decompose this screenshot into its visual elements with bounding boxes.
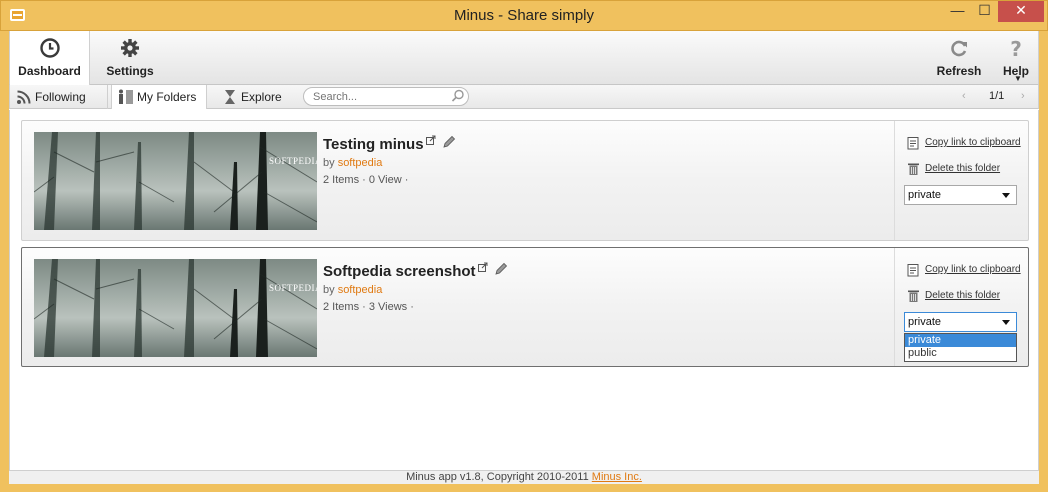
folder-thumbnail[interactable]: SOFTPEDIA xyxy=(34,132,317,230)
privacy-option-private[interactable]: private xyxy=(905,334,1016,347)
item-count: 2 Items xyxy=(323,301,360,313)
help-dropdown-arrow-icon[interactable]: ▼ xyxy=(1014,74,1022,83)
refresh-label: Refresh xyxy=(936,64,982,78)
folder-stats: 2 Items · 3 Views · xyxy=(323,301,414,313)
status-bar: Minus app v1.8, Copyright 2010-2011 Minu… xyxy=(9,470,1039,484)
delete-folder-label: Delete this folder xyxy=(925,163,1001,174)
pencil-edit-icon[interactable] xyxy=(494,262,508,276)
minus-inc-link[interactable]: Minus Inc. xyxy=(592,471,642,483)
privacy-select[interactable]: private xyxy=(904,185,1017,205)
tab-my-folders-label: My Folders xyxy=(137,90,197,104)
folders-icon xyxy=(119,89,133,104)
folder-owner: by softpedia xyxy=(323,157,382,169)
folder-card[interactable]: SOFTPEDIA Testing minus by softpedia 2 I… xyxy=(21,120,1029,241)
owner-link[interactable]: softpedia xyxy=(338,157,383,169)
folder-actions: Copy link to clipboard Delete this folde… xyxy=(894,121,1029,240)
copy-link-button[interactable]: Copy link to clipboard xyxy=(907,136,1021,150)
delete-folder-label: Delete this folder xyxy=(925,290,1001,301)
window-frame-left xyxy=(0,31,9,484)
view-count: 0 View xyxy=(368,174,402,186)
copy-link-label: Copy link to clipboard xyxy=(925,264,1021,275)
trash-icon xyxy=(908,163,919,175)
pencil-edit-icon[interactable] xyxy=(442,135,456,149)
folder-thumbnail[interactable]: SOFTPEDIA xyxy=(34,259,317,357)
settings-button[interactable]: Settings xyxy=(94,31,166,84)
item-count: 2 Items xyxy=(323,174,360,186)
thumbnail-watermark: SOFTPEDIA xyxy=(269,283,317,293)
view-count: 3 Views xyxy=(368,301,408,313)
copy-link-button[interactable]: Copy link to clipboard xyxy=(907,263,1021,277)
clipboard-icon xyxy=(907,137,919,150)
svg-text:?: ? xyxy=(1010,37,1022,59)
copy-link-label: Copy link to clipboard xyxy=(925,137,1021,148)
folder-title-text[interactable]: Softpedia screenshot xyxy=(323,263,476,280)
tab-following-label: Following xyxy=(35,90,86,104)
clipboard-icon xyxy=(907,264,919,277)
window-frame-bottom xyxy=(0,484,1048,492)
privacy-select[interactable]: private xyxy=(904,312,1017,332)
question-mark-icon: ? xyxy=(1010,37,1022,59)
privacy-dropdown-list: private public xyxy=(904,333,1017,362)
folder-actions: Copy link to clipboard Delete this folde… xyxy=(894,248,1029,366)
main-toolbar: Dashboard Settings Refresh ? Help xyxy=(9,31,1039,85)
by-label: by xyxy=(323,284,335,296)
thumbnail-watermark: SOFTPEDIA xyxy=(269,156,317,166)
privacy-select-value: private xyxy=(908,189,942,201)
refresh-button[interactable]: Refresh xyxy=(928,31,990,84)
title-bar: Minus - Share simply — ☐ ✕ xyxy=(0,0,1048,31)
refresh-icon xyxy=(951,40,967,57)
privacy-select-value: private xyxy=(908,316,942,328)
tab-explore-label: Explore xyxy=(241,90,282,104)
tab-my-folders[interactable]: My Folders xyxy=(111,85,207,109)
search-icon[interactable] xyxy=(451,89,465,103)
minimize-button[interactable]: — xyxy=(944,1,971,22)
folder-owner: by softpedia xyxy=(323,284,382,296)
dashboard-label: Dashboard xyxy=(18,64,81,78)
hourglass-icon xyxy=(225,90,235,104)
folder-title-text[interactable]: Testing minus xyxy=(323,136,424,153)
folder-title[interactable]: Softpedia screenshot xyxy=(323,262,508,280)
window-title: Minus - Share simply xyxy=(453,7,595,24)
delete-folder-button[interactable]: Delete this folder xyxy=(907,289,1000,303)
tab-following[interactable]: Following xyxy=(10,85,108,109)
maximize-button[interactable]: ☐ xyxy=(971,1,998,22)
folder-title[interactable]: Testing minus xyxy=(323,135,456,153)
page-indicator: 1/1 xyxy=(989,90,1005,102)
gear-icon xyxy=(121,39,139,57)
folder-card[interactable]: SOFTPEDIA Softpedia screenshot by softpe… xyxy=(21,247,1029,367)
by-label: by xyxy=(323,157,335,169)
delete-folder-button[interactable]: Delete this folder xyxy=(907,162,1000,176)
rss-feed-icon xyxy=(17,90,31,104)
window-frame-right xyxy=(1039,31,1048,484)
sub-navigation-bar: Following My Folders Explore ‹ 1/1 › xyxy=(9,85,1039,109)
previous-page-button[interactable]: ‹ xyxy=(962,90,966,102)
folders-list: SOFTPEDIA Testing minus by softpedia 2 I… xyxy=(9,110,1039,470)
close-button[interactable]: ✕ xyxy=(998,1,1044,22)
search-input[interactable] xyxy=(303,87,469,106)
external-link-icon[interactable] xyxy=(425,135,436,145)
chevron-down-icon xyxy=(1002,193,1010,198)
owner-link[interactable]: softpedia xyxy=(338,284,383,296)
tab-explore[interactable]: Explore xyxy=(216,85,302,109)
clock-icon xyxy=(39,38,60,58)
chevron-down-icon xyxy=(1002,320,1010,325)
privacy-option-public[interactable]: public xyxy=(905,347,1016,360)
copyright-text: Minus app v1.8, Copyright 2010-2011 xyxy=(406,471,589,483)
external-link-icon[interactable] xyxy=(477,262,488,272)
settings-label: Settings xyxy=(106,64,154,78)
dashboard-button[interactable]: Dashboard xyxy=(10,31,90,85)
folder-stats: 2 Items · 0 View · xyxy=(323,174,409,186)
trash-icon xyxy=(908,290,919,302)
next-page-button[interactable]: › xyxy=(1021,90,1025,102)
